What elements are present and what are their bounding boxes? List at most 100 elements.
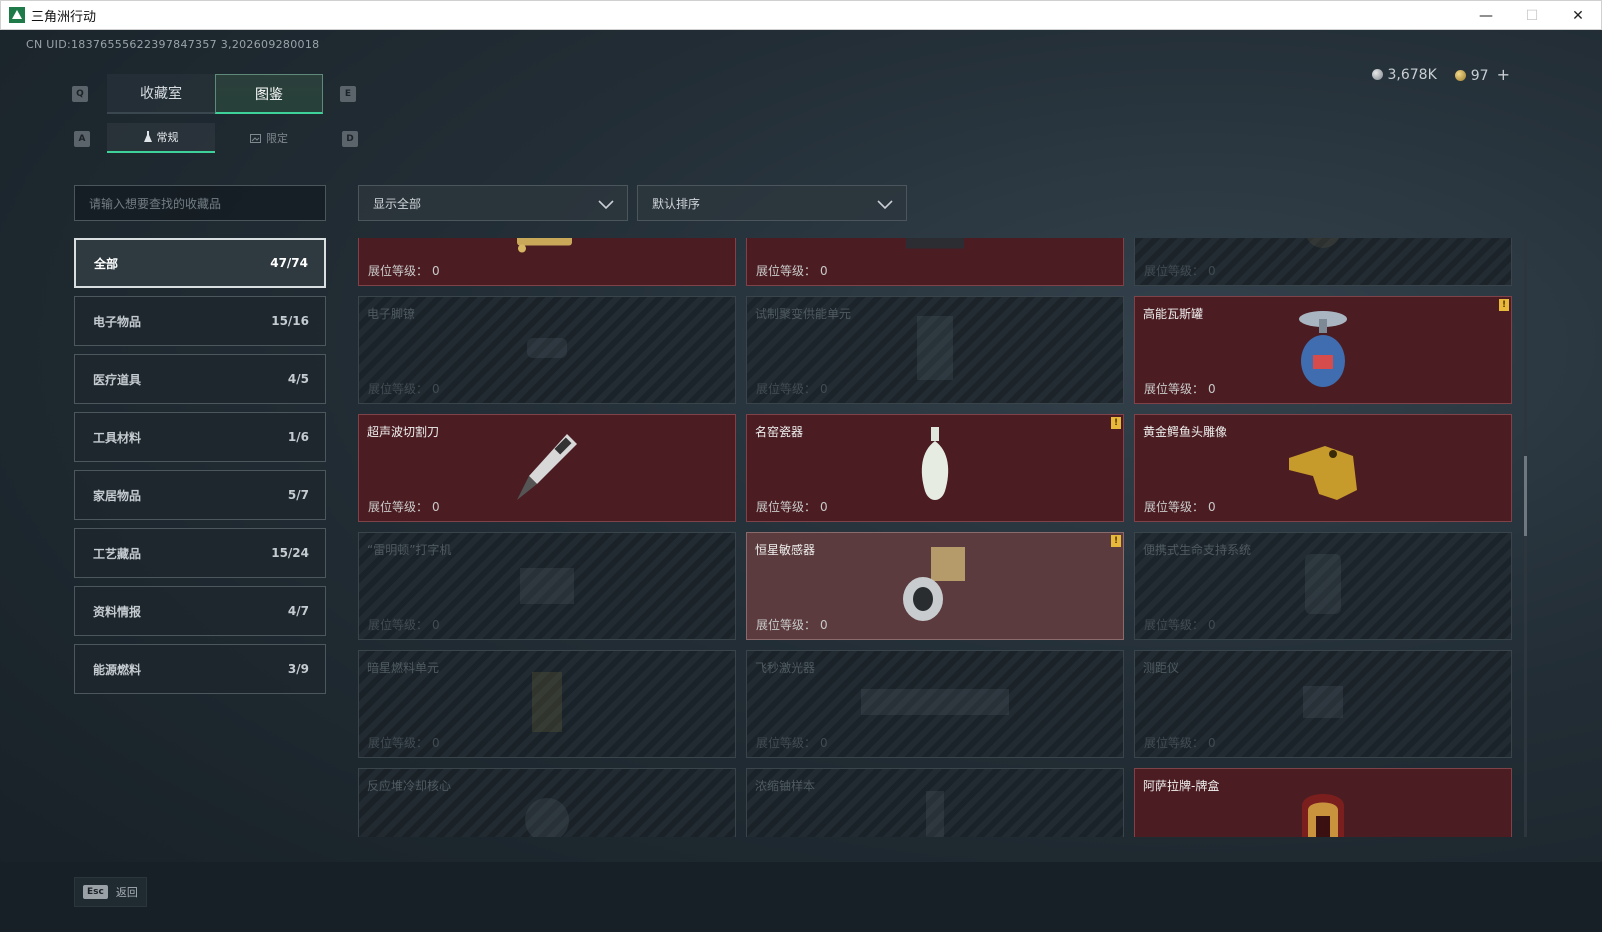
category-household[interactable]: 家居物品 5/7 — [74, 470, 326, 520]
display-level: 展位等级： 0 — [368, 262, 440, 279]
item-name: 暗星燃料单元 — [367, 661, 440, 675]
display-level-value: 0 — [1208, 736, 1216, 750]
collection-card[interactable]: 便携式生命支持系统 展位等级： 0 — [1134, 532, 1512, 640]
collection-card[interactable]: “雷明顿”打字机 展位等级： 0 — [358, 532, 736, 640]
collection-card[interactable]: 浓缩铀样本展位等级：0 — [746, 768, 1124, 837]
collection-card[interactable]: 恒星敏感器 展位等级： 0! — [746, 532, 1124, 640]
key-hint-e: E — [340, 86, 356, 102]
subtab-limited-label: 限定 — [266, 132, 288, 145]
category-count: 15/24 — [271, 546, 309, 560]
category-count: 4/7 — [287, 604, 309, 618]
collection-card[interactable]: 反应堆冷却核心展位等级：0 — [358, 768, 736, 837]
typewriter-icon — [512, 554, 582, 618]
item-name: 便携式生命支持系统 — [1143, 543, 1252, 557]
key-hint-d: D — [342, 131, 358, 147]
window-controls: — ☐ ✕ — [1463, 1, 1601, 31]
filter-dropdown[interactable]: 显示全部 — [358, 185, 628, 221]
display-level-value: 0 — [432, 618, 440, 632]
category-intel[interactable]: 资料情报 4/7 — [74, 586, 326, 636]
item-name: 飞秒激光器 — [755, 661, 816, 675]
chevron-down-icon — [877, 200, 893, 210]
collection-card[interactable]: 高能瓦斯罐 展位等级： 0! — [1134, 296, 1512, 404]
gold-device-icon — [507, 238, 587, 262]
display-level-label: 展位等级： — [368, 500, 429, 514]
item-name: 恒星敏感器 — [755, 543, 816, 557]
collection-card[interactable]: 暗星燃料单元 展位等级： 0 — [358, 650, 736, 758]
search-input[interactable]: 请输入想要查找的收藏品 — [74, 185, 326, 221]
collection-card[interactable]: 展位等级： 0 — [1134, 238, 1512, 286]
subtab-regular[interactable]: 常规 — [107, 123, 215, 153]
display-level-label: 展位等级： — [1144, 618, 1205, 632]
display-level-label: 展位等级： — [1144, 382, 1205, 396]
collection-card[interactable]: 飞秒激光器 展位等级： 0 — [746, 650, 1124, 758]
display-level-label: 展位等级： — [368, 264, 429, 278]
display-level-label: 展位等级： — [756, 736, 817, 750]
close-button[interactable]: ✕ — [1555, 1, 1601, 31]
back-button[interactable]: Esc 返回 — [74, 877, 147, 907]
collection-card[interactable]: 试制聚变供能单元 展位等级： 0 — [746, 296, 1124, 404]
category-label: 医疗道具 — [93, 372, 142, 387]
display-level: 展位等级： 0 — [368, 616, 440, 633]
sort-dropdown-value: 默认排序 — [652, 196, 701, 211]
category-medical[interactable]: 医疗道具 4/5 — [74, 354, 326, 404]
category-energy[interactable]: 能源燃料 3/9 — [74, 644, 326, 694]
fuel-unit-icon — [522, 662, 572, 746]
display-level-value: 0 — [432, 500, 440, 514]
display-level-label: 展位等级： — [368, 618, 429, 632]
subtab-limited[interactable]: 限定 — [215, 123, 323, 153]
category-label: 工艺藏品 — [93, 546, 142, 561]
app-logo-icon — [9, 7, 25, 23]
category-all[interactable]: 全部 47/74 — [74, 238, 326, 288]
sort-dropdown[interactable]: 默认排序 — [637, 185, 907, 221]
new-badge-icon: ! — [1499, 299, 1509, 311]
tab-catalog[interactable]: 图鉴 — [215, 74, 323, 114]
category-label: 电子物品 — [93, 314, 142, 329]
category-label: 资料情报 — [93, 604, 142, 619]
item-name: 浓缩铀样本 — [755, 779, 816, 793]
sub-tabs: 常规 限定 — [107, 123, 323, 153]
display-level-value: 0 — [1208, 382, 1216, 396]
category-count: 3/9 — [287, 662, 309, 676]
display-level-label: 展位等级： — [368, 736, 429, 750]
gold-coin-icon — [1454, 70, 1466, 81]
grid-scrollbar[interactable] — [1524, 238, 1527, 837]
display-level: 展位等级： 0 — [756, 262, 828, 279]
collection-card[interactable]: 阿萨拉牌-牌盒展位等级：0 — [1134, 768, 1512, 837]
collection-card[interactable]: 展位等级： 0 — [358, 238, 736, 286]
collection-card[interactable]: 名窑瓷器 展位等级： 0! — [746, 414, 1124, 522]
item-name: 阿萨拉牌-牌盒 — [1143, 779, 1220, 793]
ultrasonic-knife-icon — [507, 426, 587, 510]
scrollbar-thumb[interactable] — [1524, 456, 1527, 536]
display-level-value: 0 — [432, 382, 440, 396]
display-level: 展位等级： 0 — [1144, 616, 1216, 633]
collection-card[interactable]: 测距仪 展位等级： 0 — [1134, 650, 1512, 758]
display-level: 展位等级： 0 — [756, 616, 828, 633]
tab-collection-room[interactable]: 收藏室 — [107, 74, 215, 114]
display-level-label: 展位等级： — [1144, 500, 1205, 514]
display-level: 展位等级： 0 — [1144, 262, 1216, 279]
collection-card[interactable]: 超声波切割刀 展位等级： 0 — [358, 414, 736, 522]
display-level-value: 0 — [820, 264, 828, 278]
silver-currency: 3,678K — [1371, 67, 1437, 83]
flask-icon — [143, 131, 152, 142]
display-level: 展位等级： 0 — [756, 380, 828, 397]
rangefinder-icon — [1293, 672, 1353, 736]
display-level: 展位等级： 0 — [1144, 734, 1216, 751]
ornament-icon — [1293, 238, 1353, 259]
collection-card[interactable]: 电子脚镣 展位等级： 0 — [358, 296, 736, 404]
item-name: 黄金鳄鱼头雕像 — [1143, 425, 1228, 439]
category-tools[interactable]: 工具材料 1/6 — [74, 412, 326, 462]
collection-card[interactable]: 黄金鳄鱼头雕像 展位等级： 0 — [1134, 414, 1512, 522]
uranium-sample-icon — [920, 785, 950, 837]
display-level-label: 展位等级： — [368, 382, 429, 396]
category-electronics[interactable]: 电子物品 15/16 — [74, 296, 326, 346]
category-crafts[interactable]: 工艺藏品 15/24 — [74, 528, 326, 578]
display-level: 展位等级： 0 — [1144, 380, 1216, 397]
subtab-regular-label: 常规 — [156, 131, 179, 144]
maximize-button[interactable]: ☐ — [1509, 1, 1555, 31]
category-list: 全部 47/74 电子物品 15/16 医疗道具 4/5 工具材料 1/6 家居物品 5/… — [74, 238, 326, 702]
minimize-button[interactable]: — — [1463, 1, 1509, 31]
collection-card[interactable]: 展位等级： 0 — [746, 238, 1124, 286]
display-level-label: 展位等级： — [1144, 736, 1205, 750]
add-currency-button[interactable]: + — [1497, 65, 1510, 84]
